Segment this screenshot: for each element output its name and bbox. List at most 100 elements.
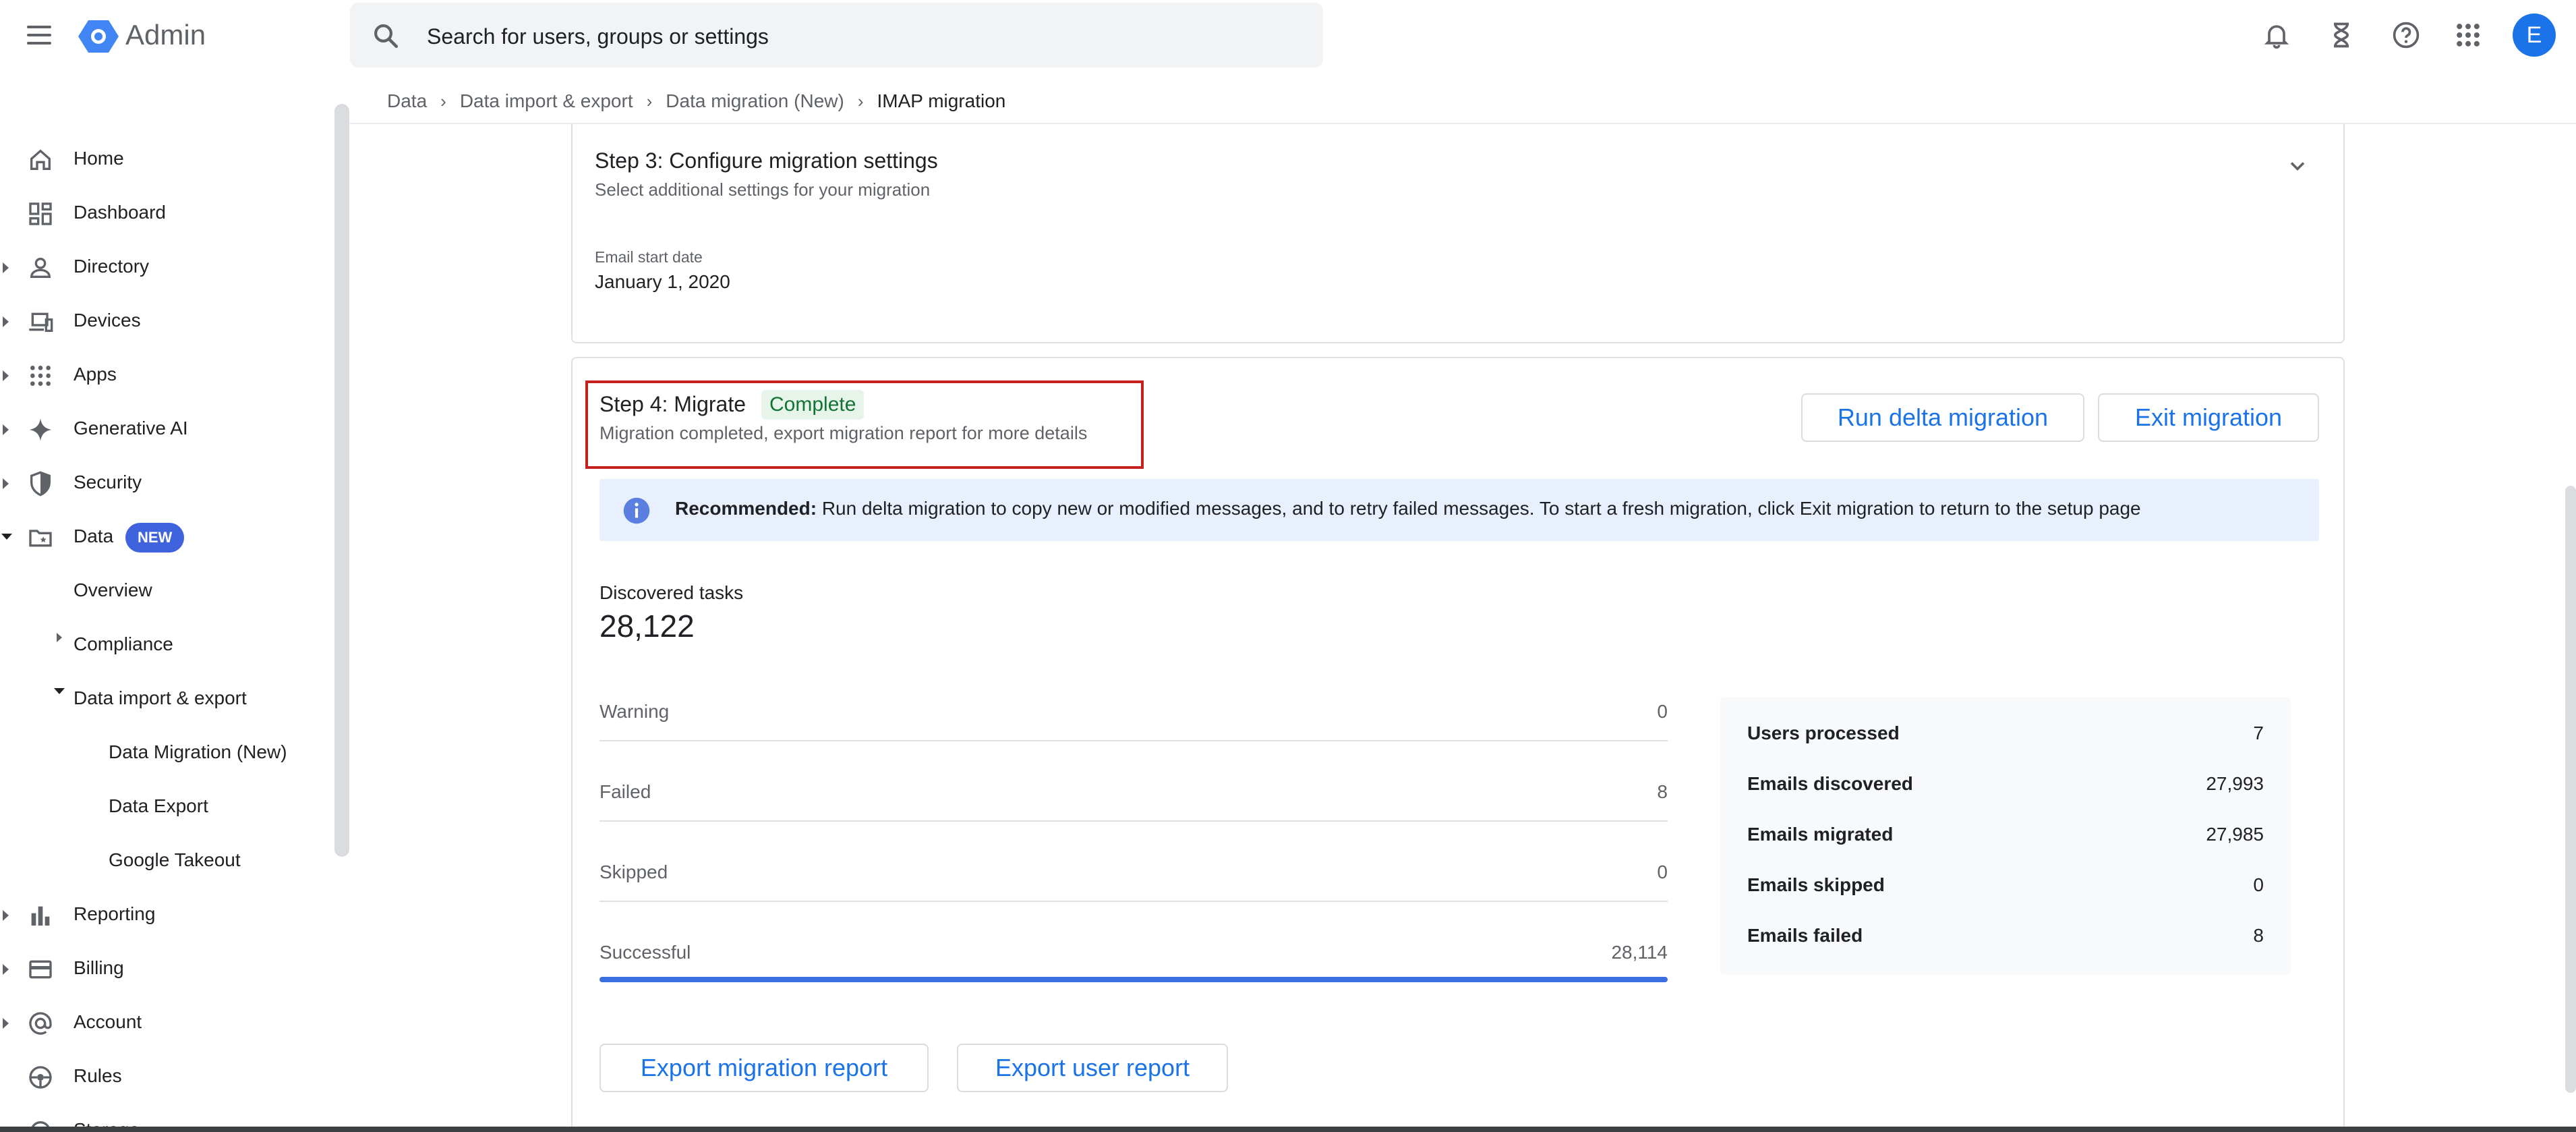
person-icon <box>30 258 51 278</box>
sidebar-item-data-import-export[interactable]: Data import & export <box>74 678 247 718</box>
stat-value: 0 <box>1657 861 1668 882</box>
search-input[interactable]: Search for users, groups or settings <box>427 22 769 51</box>
breadcrumb-data-import-export[interactable]: Data import & export <box>460 90 633 112</box>
sidebar-scrollbar[interactable] <box>334 104 349 857</box>
expand-caret-icon[interactable] <box>3 316 9 327</box>
sidebar-item-label: Security <box>74 472 142 492</box>
email-start-date-value: January 1, 2020 <box>595 271 730 292</box>
stat-value: 28,114 <box>1611 942 1668 963</box>
expand-caret-icon[interactable] <box>3 1018 9 1029</box>
summary-label: Emails skipped <box>1747 874 1885 895</box>
sidebar-item-label: Reporting <box>74 903 156 924</box>
migration-summary-panel: Users processed 7 Emails discovered 27,993… <box>1720 697 2291 975</box>
expand-caret-icon[interactable] <box>3 262 9 273</box>
devices-icon <box>29 312 53 332</box>
sidebar-item-compliance[interactable]: Compliance <box>74 624 173 664</box>
rules-icon <box>29 1066 52 1089</box>
sidebar-item-devices[interactable]: Devices <box>0 300 330 341</box>
sidebar-item-reporting[interactable]: Reporting <box>0 894 330 934</box>
admin-logo-icon[interactable] <box>78 19 119 54</box>
sidebar-item-google-takeout[interactable]: Google Takeout <box>109 840 241 880</box>
sidebar-item-home[interactable]: Home <box>0 138 330 179</box>
search-bar[interactable]: Search for users, groups or settings <box>350 3 1323 67</box>
success-progress-fill <box>599 977 1668 982</box>
window-bottom-edge <box>0 1127 2576 1132</box>
expand-caret-icon[interactable] <box>3 478 9 489</box>
expand-caret-icon[interactable] <box>3 964 9 975</box>
sidebar-item-label: Account <box>74 1011 142 1032</box>
expand-caret-icon[interactable] <box>3 424 9 435</box>
collapse-caret-icon[interactable] <box>1 534 12 540</box>
dashboard-icon <box>29 202 52 225</box>
tasks-hourglass-icon[interactable] <box>2326 20 2356 50</box>
chevron-right-icon: › <box>440 90 446 111</box>
notifications-bell-icon[interactable] <box>2262 20 2291 50</box>
sidebar-item-label: Dashboard <box>74 202 166 223</box>
stat-label: Failed <box>599 781 651 802</box>
sidebar-item-directory[interactable]: Directory <box>0 246 330 287</box>
discovered-tasks-value: 28,122 <box>599 609 695 644</box>
sidebar-item-rules[interactable]: Rules <box>0 1056 330 1096</box>
step3-subtitle: Select additional settings for your migr… <box>595 179 931 200</box>
breadcrumb-data-migration[interactable]: Data migration (New) <box>666 90 844 112</box>
main-scrollbar[interactable] <box>2565 486 2576 1093</box>
bar-chart-icon <box>31 906 50 926</box>
breadcrumb-data[interactable]: Data <box>387 90 427 112</box>
sidebar-item-data-migration[interactable]: Data Migration (New) <box>109 732 287 772</box>
recommendation-body: Run delta migration to copy new or modif… <box>817 498 2141 519</box>
run-delta-migration-button[interactable]: Run delta migration <box>1801 393 2084 442</box>
recommendation-label: Recommended: <box>675 498 817 519</box>
help-icon[interactable] <box>2391 20 2421 50</box>
status-badge: Complete <box>761 390 865 420</box>
sidebar-item-dashboard[interactable]: Dashboard <box>0 192 330 233</box>
info-icon <box>623 497 650 524</box>
stat-label: Skipped <box>599 861 668 882</box>
expand-caret-icon[interactable] <box>3 370 9 381</box>
export-migration-report-button[interactable]: Export migration report <box>599 1044 929 1092</box>
stat-label: Successful <box>599 942 691 963</box>
top-bar: Admin Search for users, groups or settin… <box>0 0 2576 70</box>
sidebar-item-overview[interactable]: Overview <box>74 570 152 611</box>
summary-row: Emails failed 8 <box>1747 925 2264 952</box>
sidebar-item-data-export[interactable]: Data Export <box>109 786 208 826</box>
sidebar-item-apps[interactable]: Apps <box>0 354 330 395</box>
chevron-down-icon[interactable] <box>2285 154 2310 178</box>
apps-grid-icon <box>30 366 51 386</box>
sidebar-item-generative-ai[interactable]: Generative AI <box>0 408 330 449</box>
sidebar-item-label: Billing <box>74 957 124 978</box>
sidebar-item-billing[interactable]: Billing <box>0 948 330 988</box>
search-icon <box>374 24 399 49</box>
new-badge: NEW <box>125 523 185 553</box>
sparkle-icon <box>29 418 52 441</box>
user-avatar[interactable]: E <box>2513 13 2556 57</box>
chevron-right-icon: › <box>646 90 653 111</box>
summary-row: Emails migrated 27,985 <box>1747 824 2264 851</box>
expand-caret-icon[interactable] <box>57 633 62 642</box>
google-apps-grid-icon[interactable] <box>2453 20 2483 50</box>
credit-card-icon <box>29 960 52 979</box>
sidebar-item-label: Apps <box>74 364 117 385</box>
folder-icon <box>29 530 52 547</box>
summary-row: Users processed 7 <box>1747 723 2264 749</box>
sidebar-item-data[interactable]: Data NEW <box>0 516 330 557</box>
app-title[interactable]: Admin <box>125 16 206 54</box>
summary-value: 8 <box>2253 925 2264 946</box>
collapse-caret-icon[interactable] <box>54 688 65 694</box>
sidebar-item-label: Home <box>74 148 124 169</box>
sidebar-item-account[interactable]: Account <box>0 1002 330 1042</box>
export-user-report-button[interactable]: Export user report <box>957 1044 1228 1092</box>
discovered-tasks-label: Discovered tasks <box>599 582 744 603</box>
expand-caret-icon[interactable] <box>3 910 9 921</box>
recommendation-banner: Recommended: Run delta migration to copy… <box>599 479 2319 541</box>
exit-migration-button[interactable]: Exit migration <box>2098 393 2319 442</box>
at-sign-icon <box>29 1012 52 1035</box>
sidebar-item-label: Generative AI <box>74 418 188 438</box>
stat-row-failed: Failed 8 <box>599 781 1668 822</box>
stat-row-warning: Warning 0 <box>599 701 1668 741</box>
main-menu-icon[interactable] <box>24 20 54 50</box>
summary-row: Emails skipped 0 <box>1747 874 2264 901</box>
recommendation-text: Recommended: Run delta migration to copy… <box>675 498 2141 519</box>
step4-subtitle: Migration completed, export migration re… <box>599 423 1088 443</box>
sidebar-item-security[interactable]: Security <box>0 462 330 503</box>
shield-icon <box>30 471 51 497</box>
